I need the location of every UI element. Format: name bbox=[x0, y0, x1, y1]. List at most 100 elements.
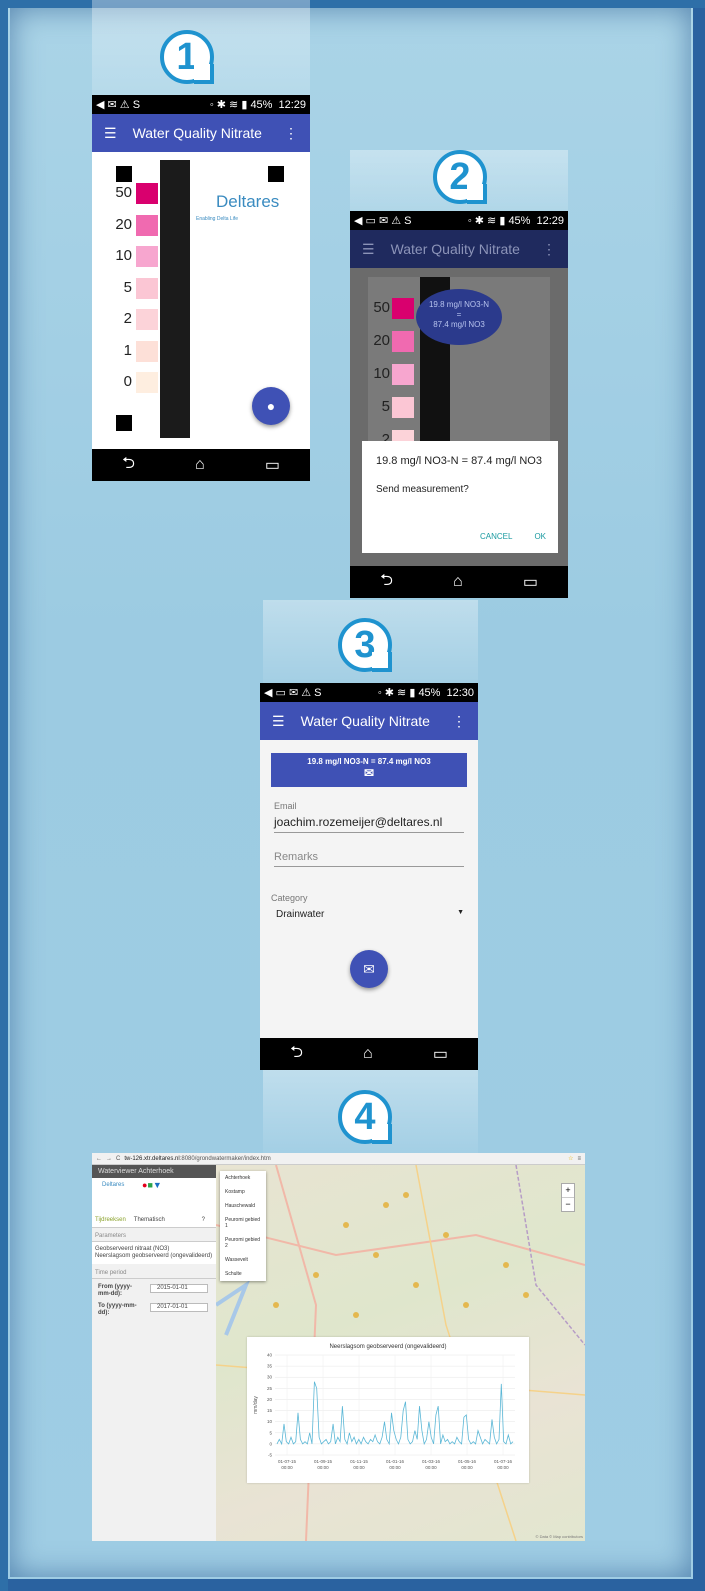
x-tick-label: 00:00 bbox=[353, 1465, 365, 1470]
email-field[interactable]: joachim.rozemeijer@deltares.nl bbox=[274, 811, 464, 833]
scale-label: 50 bbox=[373, 299, 390, 316]
overflow-icon[interactable]: ⋮ bbox=[452, 713, 466, 730]
area-menu: Achterhoek Kostamp Hauschewald Peuromi gebi… bbox=[220, 1171, 266, 1281]
y-tick-label: 25 bbox=[267, 1386, 273, 1391]
back-icon[interactable]: ⮌ bbox=[122, 452, 135, 479]
back-icon[interactable]: ⮌ bbox=[290, 1041, 303, 1068]
phone-screen-1: ◀ ✉ ⚠ S ◦ ✱ ≋ ▮ 45% 12:29 ☰ Water Quality N… bbox=[92, 95, 310, 481]
x-tick-label: 01-05-16 bbox=[458, 1459, 477, 1464]
reload-icon[interactable]: C bbox=[116, 1156, 120, 1162]
result-banner: 19.8 mg/l NO3-N = 87.4 mg/l NO3 ✉ bbox=[271, 753, 467, 787]
home-icon[interactable]: ⌂ bbox=[453, 573, 463, 591]
status-battery: ◦ ✱ ≋ ▮ 45% bbox=[209, 99, 273, 111]
back-icon[interactable]: ⮌ bbox=[380, 569, 393, 596]
help-icon[interactable]: ? bbox=[202, 1217, 205, 1223]
color-swatch bbox=[136, 372, 158, 393]
forward-icon[interactable]: → bbox=[106, 1156, 112, 1162]
home-icon[interactable]: ⌂ bbox=[195, 456, 205, 474]
status-time: 12:30 bbox=[446, 686, 474, 699]
menu-icon[interactable]: ☰ bbox=[104, 125, 117, 142]
step-badge: 3 bbox=[338, 618, 392, 672]
left-panel: Waterviewer Achterhoek Deltares ●■▼ Tijd… bbox=[92, 1165, 216, 1541]
cancel-button[interactable]: CANCEL bbox=[480, 532, 512, 541]
x-tick-label: 01-07-15 bbox=[278, 1459, 297, 1464]
scale-label: 0 bbox=[123, 373, 132, 390]
status-bar: ◀ ▭ ✉ ⚠ S ◦ ✱ ≋ ▮ 45% 12:29 bbox=[350, 211, 568, 230]
scale-label: 1 bbox=[123, 341, 132, 359]
y-tick-label: 35 bbox=[267, 1364, 273, 1369]
chart-title: Neerslagsom geobserveerd (ongevalideerd) bbox=[329, 1344, 446, 1350]
remarks-field[interactable]: Remarks bbox=[274, 851, 464, 867]
notification-icon: ◀ ✉ ⚠ S bbox=[96, 99, 141, 111]
email-label: Email bbox=[274, 801, 297, 811]
nav-bar: ⮌ ⌂ ▭ bbox=[92, 449, 310, 481]
color-swatch bbox=[136, 183, 158, 204]
x-tick-label: 01-07-16 bbox=[494, 1459, 513, 1464]
step-badge: 4 bbox=[338, 1090, 392, 1144]
y-axis-label: mm/day bbox=[253, 1396, 259, 1414]
tab-tijdreeksen[interactable]: Tijdreeksen bbox=[95, 1217, 126, 1223]
scale-label: 5 bbox=[381, 398, 390, 415]
area-menu-item[interactable]: Hauschewald bbox=[220, 1199, 266, 1213]
app-title: Water Quality Nitrate bbox=[300, 713, 430, 729]
app-bar: ☰ Water Quality Nitrate ⋮ bbox=[260, 702, 478, 740]
scale-label: 10 bbox=[373, 365, 390, 382]
ok-button[interactable]: OK bbox=[534, 532, 546, 541]
scale-label: 10 bbox=[115, 247, 132, 264]
menu-icon[interactable]: ☰ bbox=[272, 713, 285, 730]
status-battery: ◦ ✱ ≋ ▮ 45% bbox=[467, 215, 531, 227]
area-menu-item[interactable]: Peuromi gebied 2 bbox=[220, 1233, 266, 1253]
color-swatch bbox=[392, 397, 414, 418]
url-bar[interactable]: tw-126.xtr.deltares.nl:8080/grondwaterma… bbox=[124, 1156, 270, 1162]
y-tick-label: 40 bbox=[267, 1353, 273, 1358]
color-swatch bbox=[136, 277, 158, 299]
param-item[interactable]: Geobserveerd nitraat (NO3) bbox=[95, 1246, 213, 1253]
nav-bar: ⮌ ⌂ ▭ bbox=[260, 1038, 478, 1070]
area-menu-item[interactable]: Schulte bbox=[220, 1267, 266, 1281]
status-battery: ◦ ✱ ≋ ▮ 45% bbox=[377, 687, 441, 699]
star-icon[interactable]: ☆ bbox=[568, 1155, 573, 1162]
browser-bar: ← → C tw-126.xtr.deltares.nl:8080/grondwat… bbox=[92, 1153, 585, 1165]
color-swatch bbox=[392, 331, 414, 352]
recents-icon[interactable]: ▭ bbox=[265, 455, 280, 475]
web-viewer: ← → C tw-126.xtr.deltares.nl:8080/grondwat… bbox=[92, 1153, 585, 1541]
recents-icon[interactable]: ▭ bbox=[433, 1044, 448, 1064]
overflow-icon[interactable]: ⋮ bbox=[284, 125, 298, 142]
precipitation-chart: Neerslagsom geobserveerd (ongevalideerd)… bbox=[253, 1344, 515, 1470]
to-label: To (yyyy-mm-dd): bbox=[98, 1303, 137, 1316]
area-menu-item[interactable]: Achterhoek bbox=[220, 1171, 266, 1185]
tab-thematisch[interactable]: Thematisch bbox=[134, 1217, 165, 1223]
legend-shapes: ●■▼ bbox=[142, 1180, 162, 1190]
back-icon[interactable]: ← bbox=[96, 1156, 102, 1162]
send-button[interactable]: ✉ bbox=[350, 950, 388, 988]
color-swatch bbox=[136, 214, 158, 236]
x-tick-label: 01-09-15 bbox=[314, 1459, 333, 1464]
scale-label: 2 bbox=[123, 310, 132, 327]
step-badge: 1 bbox=[160, 30, 214, 84]
area-menu-item[interactable]: Peuromi gebied 1 bbox=[220, 1213, 266, 1233]
to-input[interactable]: 2017-01-01 bbox=[150, 1303, 208, 1312]
chart-panel: Neerslagsom geobserveerd (ongevalideerd)… bbox=[247, 1337, 529, 1483]
home-icon[interactable]: ⌂ bbox=[363, 1045, 373, 1063]
status-bar: ◀ ▭ ✉ ⚠ S ◦ ✱ ≋ ▮ 45% 12:30 bbox=[260, 683, 478, 702]
confirm-dialog: 19.8 mg/l NO3-N = 87.4 mg/l NO3 Send mea… bbox=[362, 441, 558, 553]
status-bar: ◀ ✉ ⚠ S ◦ ✱ ≋ ▮ 45% 12:29 bbox=[92, 95, 310, 114]
overflow-icon[interactable]: ⋮ bbox=[542, 241, 556, 258]
menu-icon[interactable]: ≡ bbox=[577, 1156, 581, 1162]
area-menu-item[interactable]: Wassevelt bbox=[220, 1253, 266, 1267]
camera-button[interactable]: ● bbox=[252, 387, 290, 425]
y-tick-label: 10 bbox=[267, 1419, 273, 1424]
from-input[interactable]: 2015-01-01 bbox=[150, 1284, 208, 1293]
category-select[interactable]: Drainwater ▼ bbox=[276, 909, 464, 920]
x-tick-label: 00:00 bbox=[317, 1465, 329, 1470]
y-tick-label: 30 bbox=[267, 1375, 273, 1380]
recents-icon[interactable]: ▭ bbox=[523, 572, 538, 592]
attribution: © Data © Map contributors bbox=[535, 1534, 583, 1539]
zoom-in-button[interactable]: + bbox=[562, 1184, 574, 1198]
area-menu-item[interactable]: Kostamp bbox=[220, 1185, 266, 1199]
zoom-out-button[interactable]: − bbox=[562, 1198, 574, 1211]
menu-icon[interactable]: ☰ bbox=[362, 241, 375, 258]
color-swatch bbox=[136, 246, 158, 267]
mail-icon: ✉ bbox=[363, 766, 375, 780]
param-item[interactable]: Neerslagsom geobserveerd (ongevalideerd) bbox=[95, 1253, 213, 1260]
